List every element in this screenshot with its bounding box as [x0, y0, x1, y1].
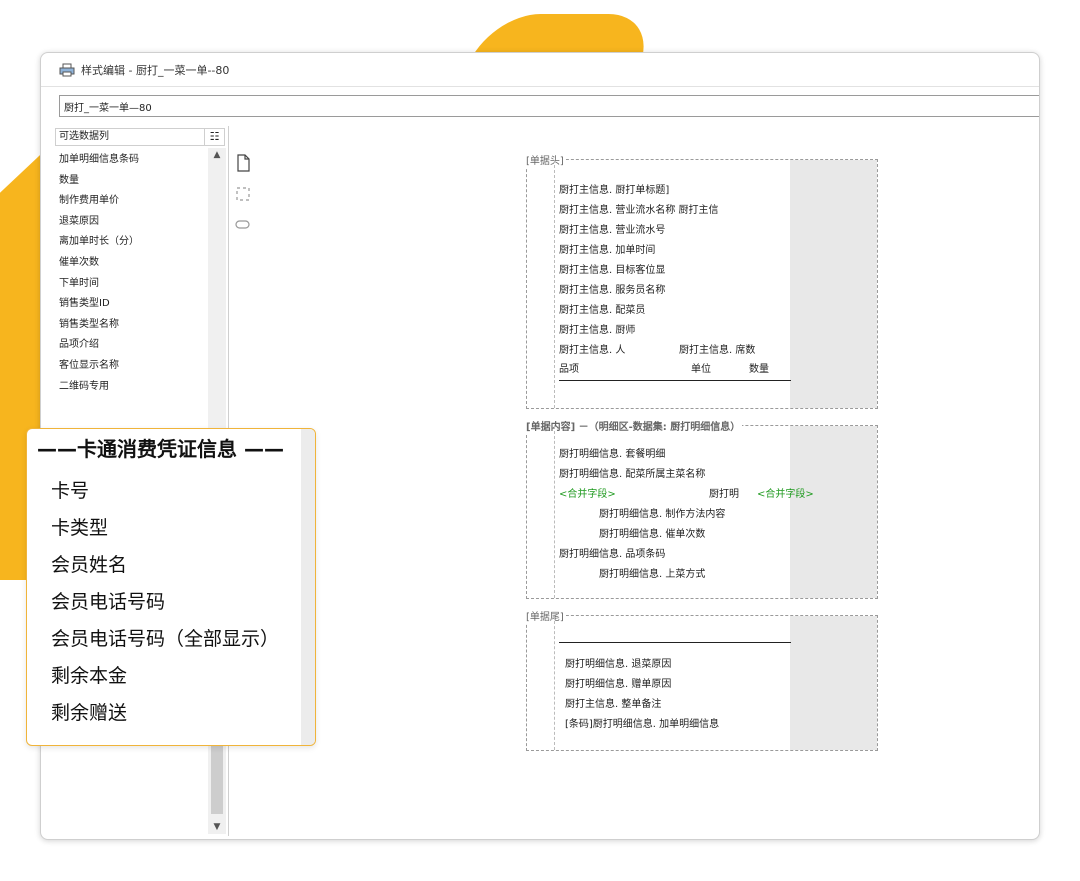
field-cooking-method[interactable]: 厨打明细信息. 制作方法内容 [599, 505, 725, 520]
shape-icon[interactable] [233, 215, 253, 235]
merge-field-left[interactable]: <合并字段> [559, 485, 616, 500]
field-urge-count[interactable]: 厨打明细信息. 催单次数 [599, 525, 705, 540]
select-frame-icon[interactable] [233, 184, 253, 204]
list-item[interactable]: 品项介绍 [59, 335, 209, 356]
column-unit[interactable]: 单位 [691, 360, 711, 375]
section-header[interactable]: [单据头] 厨打主信息. 厨打单标题] 厨打主信息. 营业流水名称 厨打主信 厨… [524, 152, 878, 409]
field-add-detail-barcode[interactable]: [条码]厨打明细信息. 加单明细信息 [565, 715, 719, 730]
list-item[interactable]: 下单时间 [59, 274, 209, 295]
list-item[interactable]: 卡号 [51, 473, 279, 510]
list-view-icon[interactable]: ☷ [204, 129, 224, 145]
style-name-input[interactable]: 厨打_一菜一单—80 [59, 95, 1039, 117]
design-toolstrip [233, 153, 257, 246]
title-bar: 样式编辑 - 厨打_一菜一单--80 [41, 53, 1039, 87]
list-item[interactable]: 剩余赠送 [51, 695, 279, 732]
list-item[interactable]: 催单次数 [59, 253, 209, 274]
card-voucher-header: ——卡通消费凭证信息 —— [37, 437, 284, 461]
section-header-margin [790, 160, 877, 408]
field-chef[interactable]: 厨打主信息. 厨师 [559, 321, 635, 336]
data-column-list: 加单明细信息条码 数量 制作费用单价 退菜原因 离加单时长（分） 催单次数 下单… [59, 150, 209, 397]
card-panel-scrollbar[interactable] [301, 429, 315, 745]
section-footer-guide [554, 616, 555, 750]
list-item[interactable]: 二维码专用 [59, 377, 209, 398]
list-item[interactable]: 会员电话号码（全部显示） [51, 621, 279, 658]
list-item[interactable]: 加单明细信息条码 [59, 150, 209, 171]
field-item-barcode[interactable]: 厨打明细信息. 品项条码 [559, 545, 665, 560]
field-seat-count[interactable]: 厨打主信息. 席数 [679, 341, 755, 356]
section-header-guide [554, 160, 555, 408]
list-item[interactable]: 客位显示名称 [59, 356, 209, 377]
field-order-remark[interactable]: 厨打主信息. 整单备注 [565, 695, 661, 710]
section-header-tag: [单据头] [524, 152, 566, 167]
new-page-icon[interactable] [233, 153, 253, 173]
list-item[interactable]: 会员电话号码 [51, 584, 279, 621]
field-prep-staff[interactable]: 厨打主信息. 配菜员 [559, 301, 645, 316]
section-content-tag: [单据内容] －（明细区-数据集: 厨打明细信息） [524, 418, 743, 433]
merge-field-right[interactable]: <合并字段> [757, 485, 814, 500]
field-add-time[interactable]: 厨打主信息. 加单时间 [559, 241, 655, 256]
field-people[interactable]: 厨打主信息. 人 [559, 341, 625, 356]
card-voucher-list: 卡号 卡类型 会员姓名 会员电话号码 会员电话号码（全部显示） 剩余本金 剩余赠… [51, 473, 279, 732]
field-serve-method[interactable]: 厨打明细信息. 上菜方式 [599, 565, 705, 580]
list-item[interactable]: 数量 [59, 171, 209, 192]
list-item[interactable]: 会员姓名 [51, 547, 279, 584]
card-voucher-panel: ——卡通消费凭证信息 —— 卡号 卡类型 会员姓名 会员电话号码 会员电话号码（… [26, 428, 316, 746]
field-detail-partial[interactable]: 厨打明 [709, 485, 739, 500]
field-return-reason[interactable]: 厨打明细信息. 退菜原因 [565, 655, 671, 670]
list-item[interactable]: 离加单时长（分） [59, 232, 209, 253]
list-item[interactable]: 制作费用单价 [59, 191, 209, 212]
list-item[interactable]: 卡类型 [51, 510, 279, 547]
header-divider [559, 380, 791, 381]
section-footer[interactable]: [单据尾] 厨打明细信息. 退菜原因 厨打明细信息. 赠单原因 厨打主信息. 整… [524, 608, 878, 751]
section-footer-tag: [单据尾] [524, 608, 566, 623]
list-item[interactable]: 退菜原因 [59, 212, 209, 233]
window-title: 样式编辑 - 厨打_一菜一单--80 [81, 63, 230, 77]
field-target-seat[interactable]: 厨打主信息. 目标客位显 [559, 261, 665, 276]
list-item[interactable]: 销售类型名称 [59, 315, 209, 336]
data-column-header: 可选数据列 ☷ [55, 128, 225, 146]
list-item[interactable]: 销售类型ID [59, 294, 209, 315]
data-column-title: 可选数据列 [59, 131, 109, 142]
section-footer-margin [790, 616, 877, 750]
field-flow-number[interactable]: 厨打主信息. 营业流水号 [559, 221, 665, 236]
field-main-dish[interactable]: 厨打明细信息. 配菜所属主菜名称 [559, 465, 705, 480]
column-quantity[interactable]: 数量 [749, 360, 769, 375]
field-title[interactable]: 厨打主信息. 厨打单标题] [559, 181, 669, 196]
footer-divider [559, 642, 791, 643]
field-gift-reason[interactable]: 厨打明细信息. 赠单原因 [565, 675, 671, 690]
list-item[interactable]: 剩余本金 [51, 658, 279, 695]
column-item[interactable]: 品项 [559, 360, 579, 375]
field-set-detail[interactable]: 厨打明细信息. 套餐明细 [559, 445, 665, 460]
field-waiter[interactable]: 厨打主信息. 服务员名称 [559, 281, 665, 296]
scroll-up-icon[interactable]: ▲ [208, 150, 226, 160]
printer-icon [59, 63, 75, 76]
scroll-down-icon[interactable]: ▼ [208, 822, 226, 832]
section-content[interactable]: [单据内容] －（明细区-数据集: 厨打明细信息） 厨打明细信息. 套餐明细 厨… [524, 418, 878, 599]
field-flow-name[interactable]: 厨打主信息. 营业流水名称 厨打主信 [559, 201, 719, 216]
section-content-margin [790, 426, 877, 598]
section-content-guide [554, 426, 555, 598]
